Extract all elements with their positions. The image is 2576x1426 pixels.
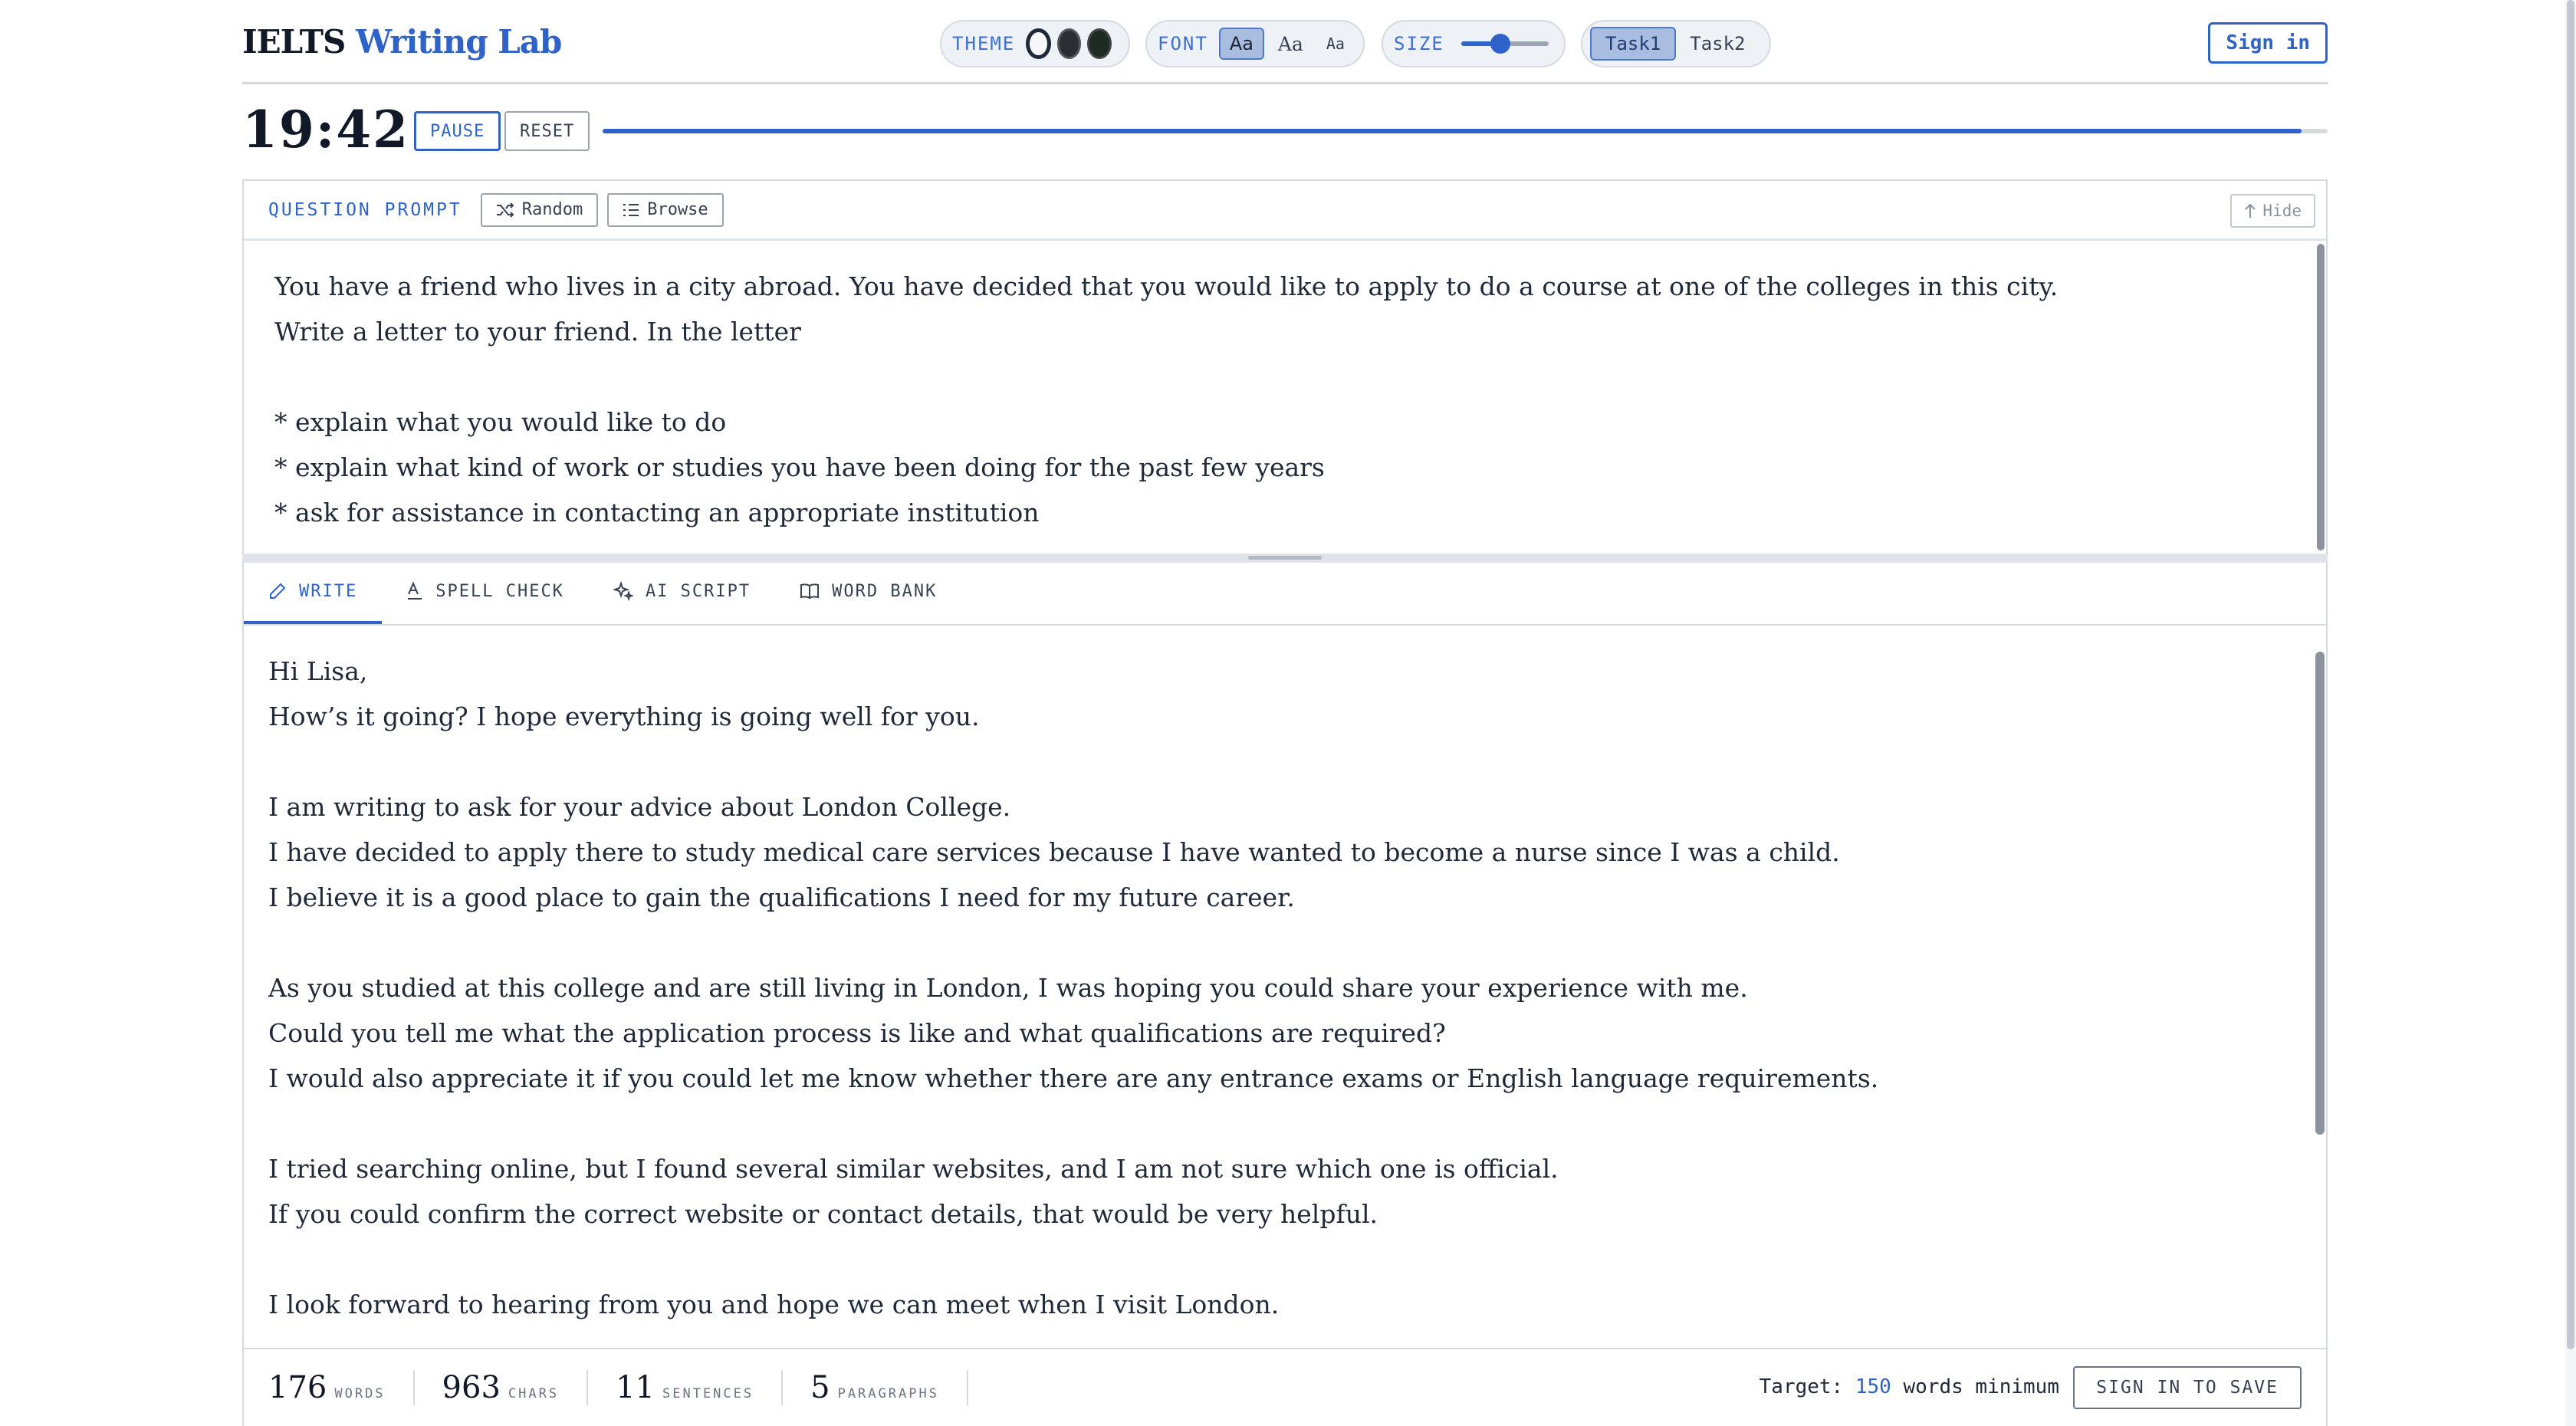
size-control: SIZE <box>1382 20 1566 67</box>
pause-button[interactable]: PAUSE <box>414 111 501 151</box>
task1-option[interactable]: Task1 <box>1590 27 1677 61</box>
paragraph-count-label: PARAGRAPHS <box>837 1386 939 1401</box>
spell-check-icon <box>408 582 422 600</box>
reset-button[interactable]: RESET <box>504 111 590 151</box>
arrow-up-icon <box>2245 203 2256 218</box>
theme-forest-swatch[interactable] <box>1087 28 1112 59</box>
font-option-sans[interactable]: Aa <box>1218 28 1264 60</box>
essay-textarea[interactable]: Hi Lisa, How’s it going? I hope everythi… <box>268 649 2292 1325</box>
resize-grip[interactable] <box>1248 556 1322 560</box>
browse-label: Browse <box>647 200 708 219</box>
word-target: Target: 150 words minimum <box>1760 1375 2059 1398</box>
stats-footer: 176 WORDS 963 CHARS 11 SENTENCES 5 PARAG… <box>242 1348 2328 1426</box>
task-selector: Task1 Task2 <box>1581 20 1771 67</box>
tab-spell-check[interactable]: SPELL CHECK <box>382 561 589 624</box>
size-label: SIZE <box>1394 33 1444 54</box>
essay-scrollbar[interactable] <box>2315 652 2325 1135</box>
prompt-toolbar: QUESTION PROMPT Random Browse Hide <box>244 181 2326 241</box>
hide-label: Hide <box>2262 202 2302 220</box>
task2-option[interactable]: Task2 <box>1676 27 1759 61</box>
theme-dark-swatch[interactable] <box>1056 28 1082 59</box>
char-count-value: 963 <box>442 1370 501 1405</box>
random-label: Random <box>521 200 583 219</box>
page-scrollbar-thumb[interactable] <box>2567 0 2574 1349</box>
theme-label: THEME <box>952 33 1016 54</box>
tab-ai-script-label: AI SCRIPT <box>645 581 751 601</box>
tab-ai-script[interactable]: AI SCRIPT <box>589 561 775 624</box>
word-count: 176 WORDS <box>268 1370 415 1405</box>
app-logo[interactable]: IELTS Writing Lab <box>242 23 562 61</box>
book-icon <box>800 583 820 600</box>
timer-display: 19:42 <box>242 100 410 159</box>
paragraph-count: 5 PARAGRAPHS <box>810 1370 968 1405</box>
font-label: FONT <box>1158 33 1208 54</box>
paragraph-count-value: 5 <box>810 1370 830 1405</box>
sign-in-button[interactable]: Sign in <box>2208 22 2328 64</box>
tab-write[interactable]: WRITE <box>244 561 383 624</box>
font-selector: FONT Aa Aa Aa <box>1145 20 1365 67</box>
prompt-scrollbar[interactable] <box>2317 244 2325 550</box>
shuffle-icon <box>496 202 514 218</box>
tab-word-bank-label: WORD BANK <box>832 581 938 601</box>
word-count-value: 176 <box>268 1370 327 1405</box>
timer-progress-bar <box>603 129 2328 133</box>
font-option-mono[interactable]: Aa <box>1317 28 1354 60</box>
font-option-serif[interactable]: Aa <box>1269 28 1313 60</box>
word-count-label: WORDS <box>334 1386 386 1401</box>
target-value: 150 <box>1855 1375 1891 1398</box>
theme-light-swatch[interactable] <box>1026 28 1051 59</box>
char-count: 963 CHARS <box>442 1370 589 1405</box>
list-icon <box>623 203 639 216</box>
prompt-label: QUESTION PROMPT <box>268 199 462 220</box>
target-suffix: words minimum <box>1903 1375 2060 1398</box>
font-size-slider-knob[interactable] <box>1490 34 1511 54</box>
pencil-icon <box>270 583 286 599</box>
editor-panel: WRITE SPELL CHECK AI SCRIPT WORD BANK Hi… <box>242 563 2328 1426</box>
question-prompt-panel: QUESTION PROMPT Random Browse Hide You h… <box>242 179 2328 561</box>
sentence-count-value: 11 <box>616 1370 655 1405</box>
prompt-text: You have a friend who lives in a city ab… <box>274 271 2058 527</box>
sentence-count: 11 SENTENCES <box>616 1370 784 1405</box>
sentence-count-label: SENTENCES <box>662 1386 754 1401</box>
editor-tabs: WRITE SPELL CHECK AI SCRIPT WORD BANK <box>244 563 2326 626</box>
app-header: IELTS Writing Lab THEME FONT Aa Aa Aa SI… <box>242 0 2328 84</box>
target-prefix: Target: <box>1759 1375 1844 1398</box>
sparkles-icon <box>613 581 633 601</box>
timer-progress-fill <box>603 129 2302 133</box>
font-size-slider[interactable] <box>1460 34 1549 54</box>
page-scrollbar[interactable] <box>2565 0 2576 1426</box>
sign-in-to-save-button[interactable]: SIGN IN TO SAVE <box>2073 1366 2302 1409</box>
char-count-label: CHARS <box>508 1386 560 1401</box>
hide-prompt-button[interactable]: Hide <box>2230 194 2315 228</box>
tab-spell-check-label: SPELL CHECK <box>435 581 564 601</box>
theme-selector: THEME <box>940 20 1130 67</box>
tab-word-bank[interactable]: WORD BANK <box>775 561 961 624</box>
browse-prompts-button[interactable]: Browse <box>607 192 724 227</box>
tab-write-label: WRITE <box>299 581 358 601</box>
random-prompt-button[interactable]: Random <box>480 192 599 227</box>
